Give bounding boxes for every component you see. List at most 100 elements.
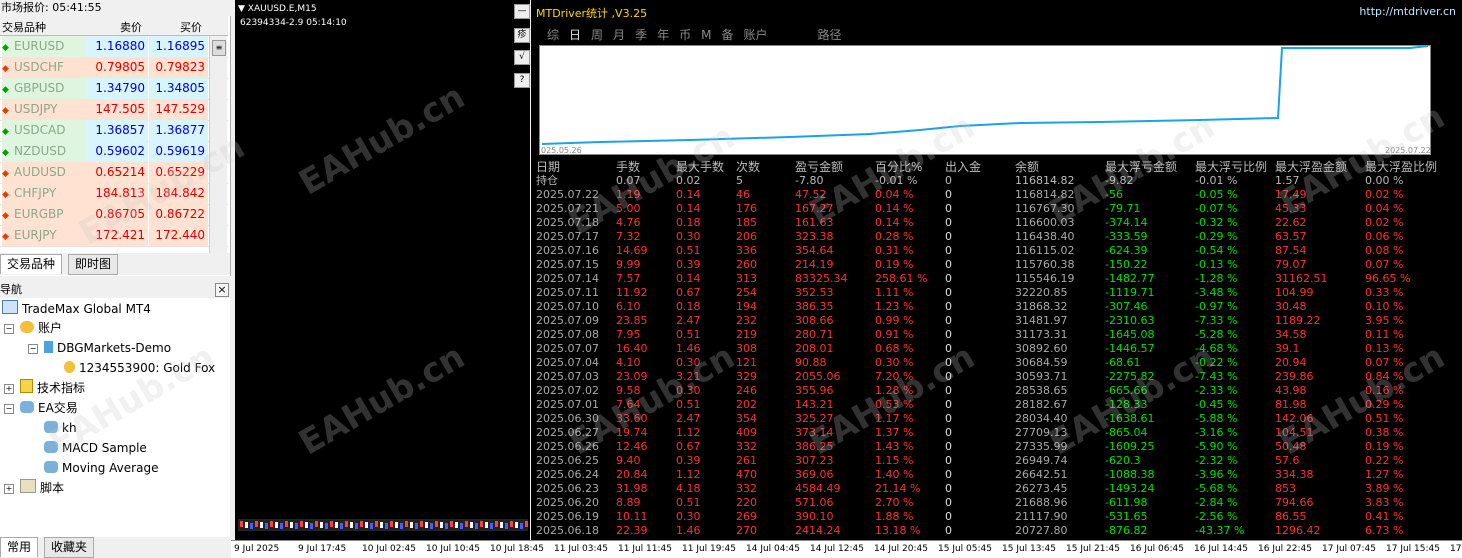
- strip-mark: [505, 523, 508, 529]
- stats-tab[interactable]: 备: [721, 28, 733, 42]
- table-cell: 261: [736, 454, 757, 467]
- table-cell: -7.33 %: [1195, 314, 1238, 327]
- expand-scripts-icon[interactable]: +: [4, 484, 14, 494]
- check-button[interactable]: √: [514, 50, 530, 65]
- table-cell: -0.22 %: [1195, 356, 1238, 369]
- stats-tab[interactable]: 综: [547, 28, 559, 42]
- table-cell: 96.65 %: [1365, 272, 1411, 285]
- scroll-thumb-icon[interactable]: ≡: [212, 40, 226, 56]
- table-cell: 2025.07.14: [536, 272, 599, 285]
- strip-mark: [395, 522, 398, 528]
- quote-row[interactable]: ◆ NZDUSD 0.59602 0.59619: [0, 141, 228, 163]
- table-cell: 5: [736, 174, 743, 187]
- table-cell: 6.10: [616, 300, 641, 313]
- tab-favorites[interactable]: 收藏夹: [44, 537, 95, 558]
- table-cell: 39.1: [1275, 342, 1300, 355]
- quote-row[interactable]: ◆ GBPUSD 1.34790 1.34805: [0, 78, 228, 100]
- nav-ea-macd[interactable]: MACD Sample: [44, 439, 147, 457]
- collapse-accounts-icon[interactable]: −: [4, 324, 14, 334]
- quote-row[interactable]: ◆ AUDUSD 0.65214 0.65229: [0, 162, 228, 184]
- table-cell: 63.57: [1275, 230, 1307, 243]
- quote-row[interactable]: ◆ EURUSD 1.16880 1.16895: [0, 36, 228, 58]
- table-cell: 2025.06.19: [536, 510, 599, 523]
- nav-ea-ma[interactable]: Moving Average: [44, 459, 158, 477]
- table-cell: 0.02 %: [1365, 188, 1404, 201]
- stats-tab[interactable]: 月: [613, 28, 625, 42]
- table-cell: 0.51: [676, 398, 701, 411]
- nav-indicators[interactable]: 技术指标: [20, 379, 85, 397]
- strip-mark: [280, 523, 283, 529]
- table-cell: 20.94: [1275, 356, 1307, 369]
- quote-row[interactable]: ◆ USDCAD 1.36857 1.36877: [0, 120, 228, 142]
- tab-tick-chart[interactable]: 即时图: [68, 254, 119, 275]
- table-cell: 最大浮盈比例: [1365, 160, 1438, 174]
- nav-ea[interactable]: EA交易: [20, 399, 78, 417]
- stats-tab[interactable]: 路径: [818, 28, 842, 42]
- market-watch-scrollbar[interactable]: ≡: [209, 36, 227, 253]
- col-symbol[interactable]: 交易品种: [2, 19, 46, 35]
- strip-mark: [440, 522, 443, 528]
- table-cell: -56: [1105, 188, 1123, 201]
- arrow-down-icon: ◆: [2, 169, 9, 179]
- strip-mark: [390, 521, 393, 527]
- nav-ea-kh[interactable]: kh: [44, 419, 77, 437]
- table-cell: -374.14: [1105, 216, 1148, 229]
- table-cell: 571.06: [795, 496, 834, 509]
- quote-row[interactable]: ◆ USDCHF 0.79805 0.79823: [0, 57, 228, 79]
- table-cell: -0.01 %: [1195, 174, 1238, 187]
- tab-symbols[interactable]: 交易品种: [0, 254, 63, 274]
- quote-row[interactable]: ◆ EURGBP 0.86705 0.86722: [0, 204, 228, 226]
- stats-tab[interactable]: 币: [679, 28, 691, 42]
- collapse-server-icon[interactable]: −: [28, 344, 38, 354]
- stats-tab[interactable]: 日: [569, 28, 581, 42]
- table-cell: -307.46: [1105, 300, 1148, 313]
- table-cell: 202: [736, 398, 757, 411]
- strip-mark: [270, 521, 273, 527]
- nav-server[interactable]: DBGMarkets-Demo: [44, 339, 171, 357]
- table-cell: -2275.82: [1105, 370, 1155, 383]
- collapse-ea-icon[interactable]: −: [4, 404, 14, 414]
- table-row: 2025.07.11 11.92 0.67 254 352.53 1.11 % 0 32220…: [536, 286, 1445, 300]
- stats-tab[interactable]: 周: [591, 28, 603, 42]
- time-axis-label: 14 Jul 20:45: [874, 544, 928, 554]
- col-ask[interactable]: 买价: [180, 19, 202, 35]
- nav-scripts[interactable]: 脚本: [20, 479, 64, 497]
- nav-broker[interactable]: TradeMax Global MT4: [2, 300, 151, 318]
- col-bid[interactable]: 卖价: [120, 19, 142, 35]
- help-button[interactable]: ?: [514, 73, 530, 88]
- quote-symbol-label: AUDUSD: [14, 165, 66, 179]
- stats-tab[interactable]: M: [701, 28, 711, 42]
- expand-indicators-icon[interactable]: +: [4, 384, 14, 394]
- strip-mark: [465, 521, 468, 527]
- table-cell: -333.59: [1105, 230, 1148, 243]
- table-cell: 0: [945, 524, 952, 537]
- quote-symbol: ◆ EURJPY: [2, 225, 86, 246]
- table-cell: -0.13 %: [1195, 258, 1238, 271]
- navigator-close-icon[interactable]: ×: [215, 283, 229, 297]
- table-cell: -150.22: [1105, 258, 1148, 271]
- tab-common[interactable]: 常用: [0, 537, 39, 557]
- stats-tab[interactable]: 年: [657, 28, 669, 42]
- equity-end-date: 2025.07.22: [1385, 146, 1431, 155]
- nav-accounts[interactable]: 账户: [20, 319, 62, 337]
- table-cell: -3.96 %: [1195, 468, 1238, 481]
- stats-tab[interactable]: 季: [635, 28, 647, 42]
- nav-account[interactable]: 1234553900: Gold Fox: [64, 359, 215, 377]
- table-cell: 0.30: [676, 230, 701, 243]
- stats-url-link[interactable]: http://mtdriver.cn: [1359, 5, 1456, 18]
- toolbar-button-1[interactable]: 疹: [514, 28, 530, 43]
- quote-row[interactable]: ◆ USDJPY 147.505 147.529: [0, 99, 228, 121]
- table-cell: 27709.13: [1015, 426, 1068, 439]
- arrow-up-icon: ◆: [2, 127, 9, 137]
- table-cell: -0.07 %: [1195, 202, 1238, 215]
- stats-tab[interactable]: 账户: [743, 28, 767, 42]
- minimize-button[interactable]: —: [514, 4, 530, 19]
- strip-mark: [240, 521, 243, 527]
- quote-row[interactable]: ◆ EURJPY 172.421 172.440: [0, 225, 228, 247]
- quote-row[interactable]: ◆ CHFJPY 184.813 184.842: [0, 183, 228, 205]
- price-chart[interactable]: [235, 0, 530, 540]
- chart-menu-icon[interactable]: ▼: [238, 4, 248, 14]
- table-cell: 258.61 %: [875, 272, 928, 285]
- table-cell: 83325.34: [795, 272, 848, 285]
- table-cell: 0.14 %: [875, 216, 914, 229]
